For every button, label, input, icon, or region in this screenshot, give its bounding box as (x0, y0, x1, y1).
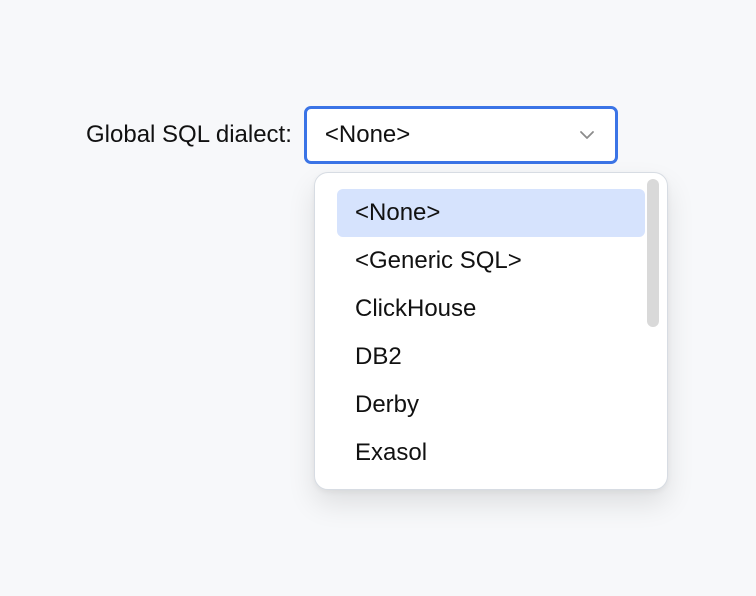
dialect-option-list: <None> <Generic SQL> ClickHouse DB2 Derb… (337, 189, 645, 479)
dialect-option-exasol[interactable]: Exasol (337, 429, 645, 477)
dialect-option-clickhouse[interactable]: ClickHouse (337, 285, 645, 333)
dialect-option-generic-sql[interactable]: <Generic SQL> (337, 237, 645, 285)
sql-dialect-dropdown: <None> <Generic SQL> ClickHouse DB2 Derb… (314, 172, 668, 490)
dialect-option-db2[interactable]: DB2 (337, 333, 645, 381)
dialect-option-derby[interactable]: Derby (337, 381, 645, 429)
sql-dialect-select[interactable]: <None> (303, 106, 618, 164)
dialect-option-none[interactable]: <None> (337, 189, 645, 237)
sql-dialect-label: Global SQL dialect: (86, 121, 292, 148)
chevron-down-icon[interactable] (577, 125, 597, 145)
dropdown-scrollbar-track[interactable] (645, 179, 661, 485)
sql-dialect-selected-value: <None> (324, 121, 411, 148)
sql-dialect-field: Global SQL dialect: <None> (86, 106, 618, 164)
dropdown-scrollbar-thumb[interactable] (647, 179, 659, 327)
